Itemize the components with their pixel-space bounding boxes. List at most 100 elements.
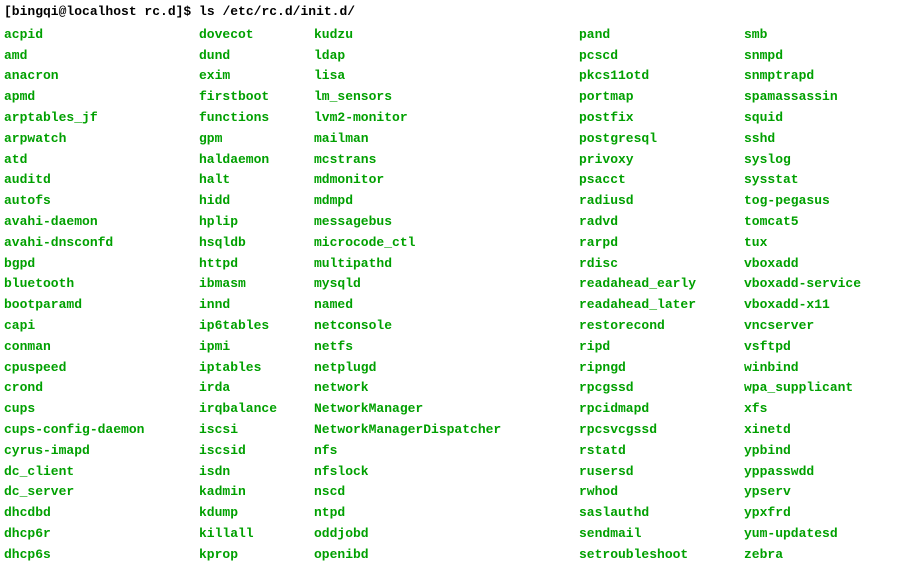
file-entry: tomcat5 bbox=[744, 212, 861, 233]
file-entry: radvd bbox=[579, 212, 744, 233]
file-entry: anacron bbox=[4, 66, 199, 87]
file-entry: zebra bbox=[744, 545, 861, 566]
directory-listing: acpidamdanacronapmdarptables_jfarpwatcha… bbox=[4, 25, 910, 566]
file-entry: mdmonitor bbox=[314, 170, 579, 191]
file-entry: openibd bbox=[314, 545, 579, 566]
file-entry: winbind bbox=[744, 358, 861, 379]
file-entry: mdmpd bbox=[314, 191, 579, 212]
file-entry: autofs bbox=[4, 191, 199, 212]
file-entry: apmd bbox=[4, 87, 199, 108]
file-entry: dc_server bbox=[4, 482, 199, 503]
file-entry: nscd bbox=[314, 482, 579, 503]
file-entry: irqbalance bbox=[199, 399, 314, 420]
file-entry: ntpd bbox=[314, 503, 579, 524]
listing-column: smbsnmpdsnmptrapdspamassassinsquidsshdsy… bbox=[744, 25, 861, 566]
file-entry: mcstrans bbox=[314, 150, 579, 171]
file-entry: netconsole bbox=[314, 316, 579, 337]
file-entry: nfslock bbox=[314, 462, 579, 483]
file-entry: dund bbox=[199, 46, 314, 67]
shell-command: ls /etc/rc.d/init.d/ bbox=[199, 4, 355, 19]
file-entry: pkcs11otd bbox=[579, 66, 744, 87]
file-entry: ipmi bbox=[199, 337, 314, 358]
file-entry: vboxadd-x11 bbox=[744, 295, 861, 316]
listing-column: pandpcscdpkcs11otdportmappostfixpostgres… bbox=[579, 25, 744, 566]
file-entry: readahead_later bbox=[579, 295, 744, 316]
listing-columns: acpidamdanacronapmdarptables_jfarpwatcha… bbox=[4, 25, 910, 566]
file-entry: privoxy bbox=[579, 150, 744, 171]
file-entry: lm_sensors bbox=[314, 87, 579, 108]
file-entry: iscsid bbox=[199, 441, 314, 462]
file-entry: microcode_ctl bbox=[314, 233, 579, 254]
file-entry: rdisc bbox=[579, 254, 744, 275]
file-entry: restorecond bbox=[579, 316, 744, 337]
file-entry: portmap bbox=[579, 87, 744, 108]
file-entry: haldaemon bbox=[199, 150, 314, 171]
file-entry: snmpd bbox=[744, 46, 861, 67]
file-entry: httpd bbox=[199, 254, 314, 275]
terminal-output: [bingqi@localhost rc.d]$ ls /etc/rc.d/in… bbox=[4, 2, 910, 566]
file-entry: squid bbox=[744, 108, 861, 129]
file-entry: crond bbox=[4, 378, 199, 399]
file-entry: sysstat bbox=[744, 170, 861, 191]
file-entry: kudzu bbox=[314, 25, 579, 46]
file-entry: functions bbox=[199, 108, 314, 129]
file-entry: ldap bbox=[314, 46, 579, 67]
file-entry: network bbox=[314, 378, 579, 399]
shell-prompt: [bingqi@localhost rc.d]$ bbox=[4, 4, 199, 19]
file-entry: avahi-daemon bbox=[4, 212, 199, 233]
file-entry: xinetd bbox=[744, 420, 861, 441]
file-entry: lvm2-monitor bbox=[314, 108, 579, 129]
file-entry: gpm bbox=[199, 129, 314, 150]
file-entry: ip6tables bbox=[199, 316, 314, 337]
file-entry: halt bbox=[199, 170, 314, 191]
file-entry: hidd bbox=[199, 191, 314, 212]
file-entry: yum-updatesd bbox=[744, 524, 861, 545]
file-entry: rpcidmapd bbox=[579, 399, 744, 420]
file-entry: snmptrapd bbox=[744, 66, 861, 87]
file-entry: yppasswdd bbox=[744, 462, 861, 483]
file-entry: cpuspeed bbox=[4, 358, 199, 379]
file-entry: iscsi bbox=[199, 420, 314, 441]
file-entry: dc_client bbox=[4, 462, 199, 483]
file-entry: NetworkManager bbox=[314, 399, 579, 420]
file-entry: arptables_jf bbox=[4, 108, 199, 129]
file-entry: irda bbox=[199, 378, 314, 399]
file-entry: messagebus bbox=[314, 212, 579, 233]
file-entry: atd bbox=[4, 150, 199, 171]
file-entry: hplip bbox=[199, 212, 314, 233]
file-entry: rarpd bbox=[579, 233, 744, 254]
file-entry: rpcgssd bbox=[579, 378, 744, 399]
listing-column: dovecotdundeximfirstbootfunctionsgpmhald… bbox=[199, 25, 314, 566]
file-entry: avahi-dnsconfd bbox=[4, 233, 199, 254]
file-entry: netfs bbox=[314, 337, 579, 358]
file-entry: psacct bbox=[579, 170, 744, 191]
file-entry: exim bbox=[199, 66, 314, 87]
file-entry: ripngd bbox=[579, 358, 744, 379]
file-entry: bluetooth bbox=[4, 274, 199, 295]
file-entry: syslog bbox=[744, 150, 861, 171]
file-entry: postgresql bbox=[579, 129, 744, 150]
file-entry: ypxfrd bbox=[744, 503, 861, 524]
file-entry: wpa_supplicant bbox=[744, 378, 861, 399]
file-entry: capi bbox=[4, 316, 199, 337]
listing-column: acpidamdanacronapmdarptables_jfarpwatcha… bbox=[4, 25, 199, 566]
listing-column: kudzuldaplisalm_sensorslvm2-monitormailm… bbox=[314, 25, 579, 566]
file-entry: vboxadd-service bbox=[744, 274, 861, 295]
file-entry: cyrus-imapd bbox=[4, 441, 199, 462]
file-entry: vncserver bbox=[744, 316, 861, 337]
file-entry: dhcp6r bbox=[4, 524, 199, 545]
file-entry: ypserv bbox=[744, 482, 861, 503]
file-entry: netplugd bbox=[314, 358, 579, 379]
file-entry: tog-pegasus bbox=[744, 191, 861, 212]
file-entry: setroubleshoot bbox=[579, 545, 744, 566]
file-entry: ypbind bbox=[744, 441, 861, 462]
file-entry: NetworkManagerDispatcher bbox=[314, 420, 579, 441]
file-entry: cups-config-daemon bbox=[4, 420, 199, 441]
file-entry: cups bbox=[4, 399, 199, 420]
file-entry: hsqldb bbox=[199, 233, 314, 254]
file-entry: iptables bbox=[199, 358, 314, 379]
file-entry: bgpd bbox=[4, 254, 199, 275]
file-entry: tux bbox=[744, 233, 861, 254]
file-entry: isdn bbox=[199, 462, 314, 483]
file-entry: acpid bbox=[4, 25, 199, 46]
